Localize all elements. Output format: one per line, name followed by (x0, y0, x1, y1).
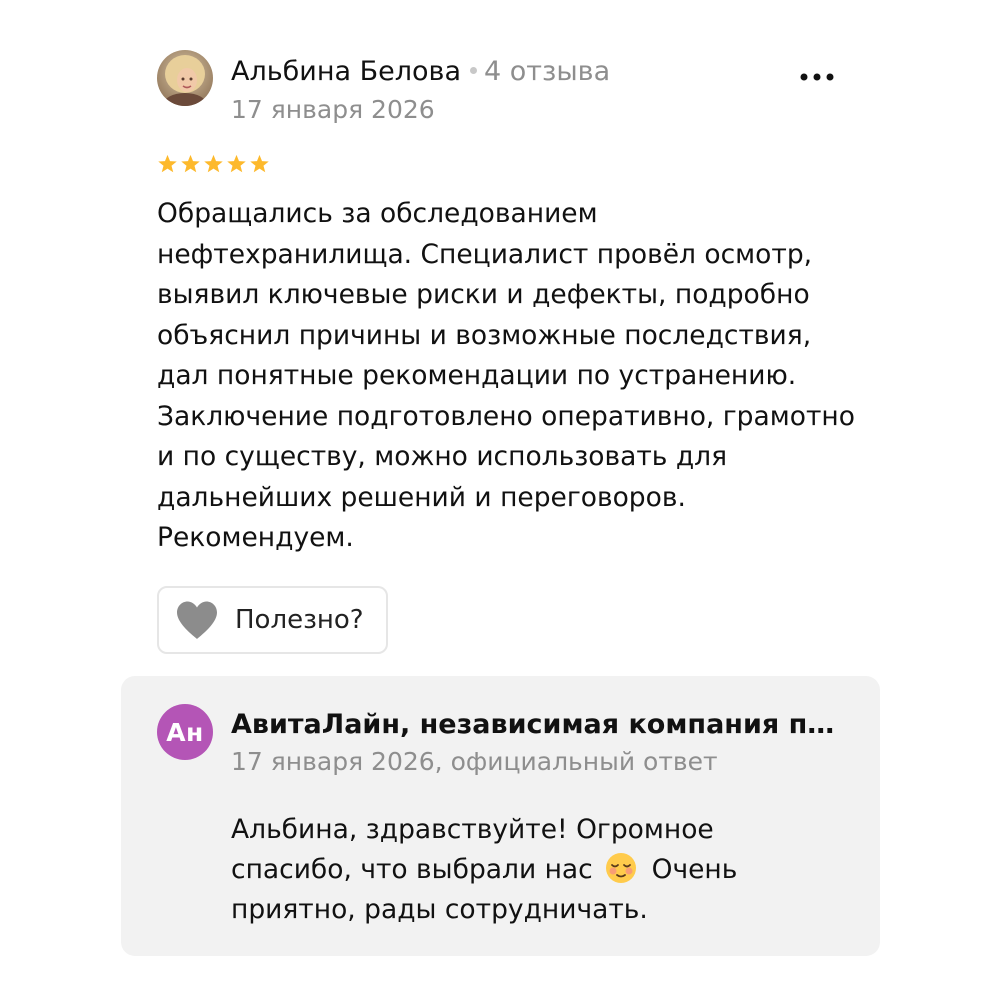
heart-icon (177, 601, 217, 639)
reply-meta: 17 января 2026, официальный ответ (231, 747, 718, 776)
star-icon (250, 154, 269, 173)
company-name[interactable]: АвитаЛайн, независимая компания по… (231, 708, 841, 742)
author-line: Альбина Белова 4 отзыва (231, 56, 610, 88)
official-reply: Ан АвитаЛайн, независимая компания по… 1… (121, 676, 880, 956)
star-icon (158, 154, 177, 173)
review-header: Альбина Белова 4 отзыва 17 января 2026 (157, 48, 857, 128)
avatar-photo (157, 50, 213, 106)
separator-dot (470, 67, 477, 74)
review-text: Обращались за обследованием нефтехранили… (157, 198, 855, 553)
reply-text-part-1: Альбина, здравствуйте! Огромное спасибо,… (231, 814, 714, 885)
review-card: Альбина Белова 4 отзыва 17 января 2026 Об… (157, 48, 857, 654)
relieved-face-emoji-icon (606, 852, 637, 883)
helpful-button[interactable]: Полезно? (157, 586, 388, 654)
more-options-button[interactable] (797, 62, 837, 92)
avatar[interactable] (157, 50, 213, 106)
author-reviews-count[interactable]: 4 отзыва (484, 56, 610, 87)
helpful-label: Полезно? (235, 605, 364, 635)
company-avatar[interactable]: Ан (157, 704, 213, 760)
more-horizontal-icon (800, 73, 834, 81)
star-rating (157, 154, 270, 174)
star-icon (227, 154, 246, 173)
author-name[interactable]: Альбина Белова (231, 56, 461, 87)
star-icon (181, 154, 200, 173)
star-icon (204, 154, 223, 173)
review-date: 17 января 2026 (231, 95, 435, 124)
reply-text: Альбина, здравствуйте! Огромное спасибо,… (231, 810, 791, 930)
